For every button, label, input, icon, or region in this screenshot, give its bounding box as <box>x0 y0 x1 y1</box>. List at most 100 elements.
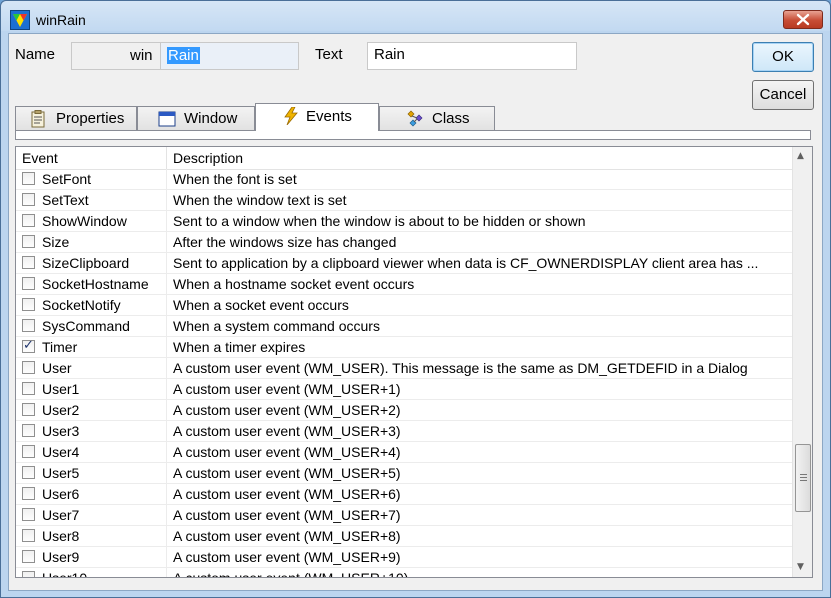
column-header-description[interactable]: Description <box>173 150 243 166</box>
event-row[interactable]: User7 A custom user event (WM_USER+7) <box>16 505 792 526</box>
event-checkbox[interactable] <box>22 298 35 311</box>
close-button[interactable] <box>783 10 823 29</box>
tab-properties[interactable]: Properties <box>15 106 137 130</box>
cell-divider <box>166 316 167 337</box>
cell-divider <box>166 253 167 274</box>
scroll-up-icon[interactable]: ▲ <box>797 151 804 161</box>
cell-divider <box>166 169 167 190</box>
event-checkbox[interactable] <box>22 445 35 458</box>
name-value-selected: Rain <box>167 47 200 64</box>
event-description: When a hostname socket event occurs <box>173 276 415 292</box>
event-row[interactable]: SocketNotify When a socket event occurs <box>16 295 792 316</box>
event-row[interactable]: Size After the windows size has changed <box>16 232 792 253</box>
tab-events[interactable]: Events <box>255 103 379 131</box>
grip-line <box>800 480 807 481</box>
event-row[interactable]: User3 A custom user event (WM_USER+3) <box>16 421 792 442</box>
app-icon <box>10 10 30 30</box>
cell-divider <box>166 484 167 505</box>
event-checkbox[interactable] <box>22 571 35 577</box>
grip-line <box>800 477 807 478</box>
event-name: User1 <box>42 381 80 397</box>
event-row[interactable]: User A custom user event (WM_USER). This … <box>16 358 792 379</box>
vertical-scrollbar[interactable]: ▲ ▼ <box>792 147 812 577</box>
event-row[interactable]: User10 A custom user event (WM_USER+10) <box>16 568 792 578</box>
event-checkbox[interactable] <box>22 550 35 563</box>
event-checkbox[interactable] <box>22 172 35 185</box>
event-name: Timer <box>42 339 78 355</box>
event-row[interactable]: User2 A custom user event (WM_USER+2) <box>16 400 792 421</box>
event-checkbox[interactable] <box>22 466 35 479</box>
cell-divider <box>166 358 167 379</box>
event-name: SocketNotify <box>42 297 121 313</box>
event-row[interactable]: User4 A custom user event (WM_USER+4) <box>16 442 792 463</box>
text-input[interactable]: Rain <box>367 42 577 70</box>
event-row[interactable]: User8 A custom user event (WM_USER+8) <box>16 526 792 547</box>
event-checkbox[interactable] <box>22 214 35 227</box>
event-row[interactable]: SizeClipboard Sent to application by a cl… <box>16 253 792 274</box>
tab-window[interactable]: Window <box>137 106 255 130</box>
event-name: User2 <box>42 402 80 418</box>
event-checkbox[interactable] <box>22 256 35 269</box>
event-row[interactable]: User9 A custom user event (WM_USER+9) <box>16 547 792 568</box>
event-name: User7 <box>42 507 80 523</box>
event-checkbox[interactable] <box>22 424 35 437</box>
cell-divider <box>166 379 167 400</box>
event-row[interactable]: SetText When the window text is set <box>16 190 792 211</box>
text-label: Text <box>315 46 343 63</box>
event-description: When a socket event occurs <box>173 297 349 313</box>
event-checkbox[interactable] <box>22 529 35 542</box>
event-description: A custom user event (WM_USER+10) <box>173 570 409 578</box>
ok-button[interactable]: OK <box>752 42 814 72</box>
tab-class[interactable]: Class <box>379 106 495 130</box>
event-description: A custom user event (WM_USER+8) <box>173 528 401 544</box>
cell-divider <box>166 463 167 484</box>
event-checkbox[interactable] <box>22 338 35 353</box>
title-bar[interactable]: winRain <box>1 1 830 31</box>
column-divider[interactable] <box>166 147 167 169</box>
event-row[interactable]: SocketHostname When a hostname socket eve… <box>16 274 792 295</box>
event-row[interactable]: User1 A custom user event (WM_USER+1) <box>16 379 792 400</box>
event-checkbox[interactable] <box>22 487 35 500</box>
event-row[interactable]: Timer When a timer expires <box>16 337 792 358</box>
event-description: A custom user event (WM_USER+4) <box>173 444 401 460</box>
event-checkbox[interactable] <box>22 277 35 290</box>
event-checkbox[interactable] <box>22 382 35 395</box>
dialog-client: Name win Rain Text Rain OK Cancel Proper… <box>8 33 823 591</box>
event-checkbox[interactable] <box>22 361 35 374</box>
name-field: win Rain <box>71 42 299 70</box>
cell-divider <box>166 505 167 526</box>
event-description: A custom user event (WM_USER+5) <box>173 465 401 481</box>
event-checkbox[interactable] <box>22 508 35 521</box>
event-checkbox[interactable] <box>22 319 35 332</box>
tab-window-label: Window <box>184 110 238 127</box>
column-header-event[interactable]: Event <box>22 150 58 166</box>
tab-properties-label: Properties <box>56 110 125 127</box>
event-description: A custom user event (WM_USER+1) <box>173 381 401 397</box>
window-icon <box>158 111 176 127</box>
events-grid: Event Description SetFont When the font i… <box>15 146 813 578</box>
grid-header: Event Description <box>16 147 792 170</box>
event-checkbox[interactable] <box>22 235 35 248</box>
event-row[interactable]: User6 A custom user event (WM_USER+6) <box>16 484 792 505</box>
cancel-button[interactable]: Cancel <box>752 80 814 110</box>
lightning-icon <box>284 107 298 125</box>
scrollbar-thumb[interactable] <box>795 444 811 512</box>
event-row[interactable]: ShowWindow Sent to a window when the wind… <box>16 211 792 232</box>
event-row[interactable]: SysCommand When a system command occurs <box>16 316 792 337</box>
event-description: A custom user event (WM_USER+9) <box>173 549 401 565</box>
event-name: ShowWindow <box>42 213 127 229</box>
event-checkbox[interactable] <box>22 403 35 416</box>
cell-divider <box>166 190 167 211</box>
event-name: User10 <box>42 570 88 578</box>
name-input[interactable]: Rain <box>160 43 298 69</box>
event-row[interactable]: SetFont When the font is set <box>16 169 792 190</box>
scroll-down-icon[interactable]: ▼ <box>797 562 804 572</box>
event-name: Size <box>42 234 70 250</box>
event-checkbox[interactable] <box>22 193 35 206</box>
event-description: When a timer expires <box>173 339 306 355</box>
event-row[interactable]: User5 A custom user event (WM_USER+5) <box>16 463 792 484</box>
event-name: User8 <box>42 528 80 544</box>
cell-divider <box>166 526 167 547</box>
event-name: User3 <box>42 423 80 439</box>
cell-divider <box>166 442 167 463</box>
